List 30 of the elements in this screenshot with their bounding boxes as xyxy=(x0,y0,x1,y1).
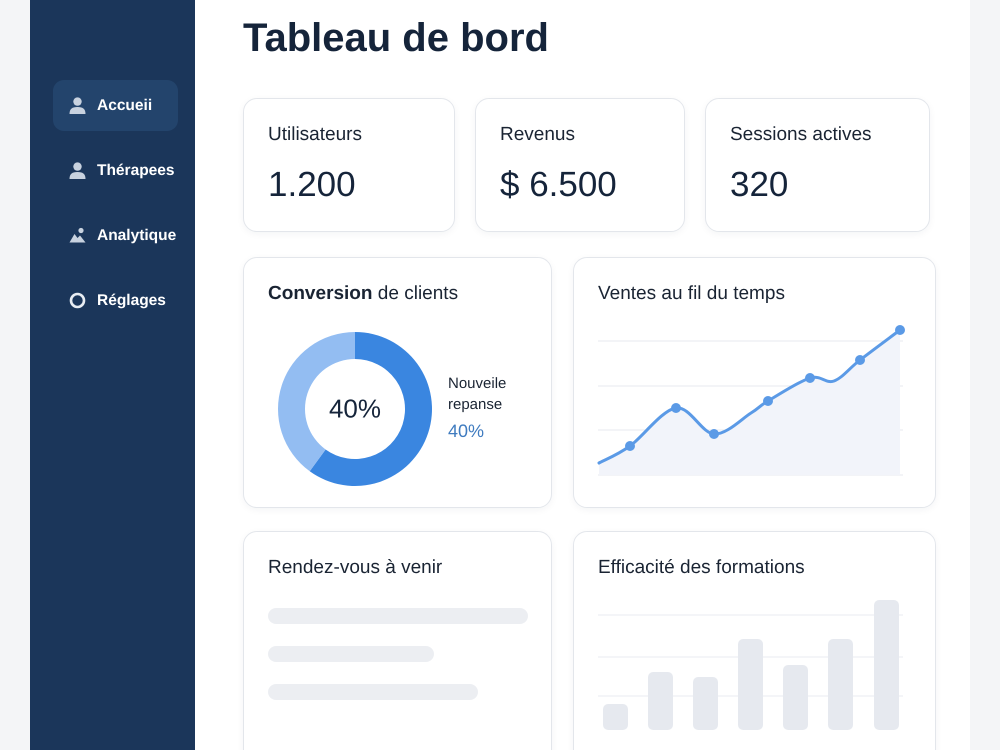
sidebar-item[interactable]: Accueii xyxy=(53,80,178,131)
data-point xyxy=(625,441,635,451)
data-point xyxy=(895,325,905,335)
card-title: Ventes au fil du temps xyxy=(598,282,785,306)
donut-center-label: 40% xyxy=(328,394,382,424)
ring-icon xyxy=(69,292,86,309)
person-icon xyxy=(69,97,86,114)
data-point xyxy=(855,355,865,365)
sidebar-item[interactable]: Réglages xyxy=(53,275,185,326)
card-title: Conversion de clients xyxy=(268,282,458,306)
stat-value: 1.200 xyxy=(268,165,356,205)
stat-label: Utilisateurs xyxy=(268,123,362,147)
legend-value: 40% xyxy=(448,420,484,443)
legend-label: Nouveile repanse xyxy=(448,374,508,415)
bar xyxy=(603,704,628,730)
person-icon xyxy=(69,162,86,179)
stat-value: $ 6.500 xyxy=(500,165,617,205)
stat-value: 320 xyxy=(730,165,788,205)
data-point xyxy=(805,373,815,383)
card-title: Rendez-vous à venir xyxy=(268,556,442,580)
card-title: Efficacité des formations xyxy=(598,556,805,580)
sidebar-item[interactable]: Thérapees xyxy=(53,145,185,196)
data-point xyxy=(671,403,681,413)
stat-label: Revenus xyxy=(500,123,575,147)
stat-label: Sessions actives xyxy=(730,123,872,147)
data-point xyxy=(763,396,773,406)
page-title: Tableau de bord xyxy=(243,15,549,62)
mountain-icon xyxy=(69,227,86,244)
sidebar-item[interactable]: Analytique xyxy=(53,210,185,261)
data-point xyxy=(709,429,719,439)
